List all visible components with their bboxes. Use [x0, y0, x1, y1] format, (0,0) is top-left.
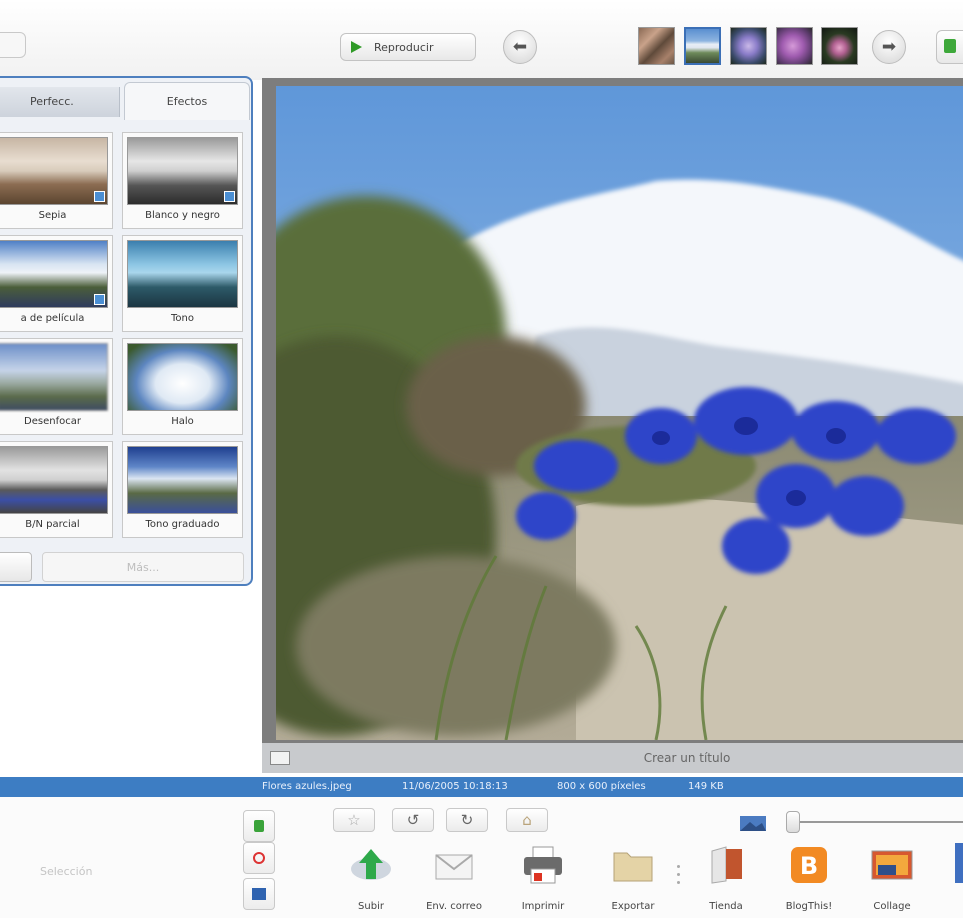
effect-label: a de película — [20, 313, 85, 324]
tab-perfecc-label: Perfecc. — [30, 95, 74, 108]
clear-icon — [253, 852, 265, 864]
more-effects-label: Más... — [126, 561, 160, 574]
top-toolbar: Reproducir ⬅ ➡ — [0, 0, 963, 80]
back-to-library-button[interactable] — [0, 32, 26, 58]
star-icon: ☆ — [347, 811, 361, 829]
rotate-right-button[interactable]: ↻ — [446, 808, 488, 832]
collage-icon — [870, 845, 914, 885]
print-button[interactable]: Imprimir — [503, 845, 583, 917]
rotate-right-icon: ↻ — [460, 811, 474, 829]
shop-label: Tienda — [709, 901, 743, 912]
blogthis-label: BlogThis! — [785, 901, 833, 912]
effect-label: Tono graduado — [145, 519, 220, 530]
next-photo-button[interactable]: ➡ — [872, 30, 906, 64]
main-photo — [276, 86, 963, 740]
status-bar: Flores azules.jpeg 11/06/2005 10:18:13 8… — [0, 777, 963, 797]
play-slideshow-button[interactable]: Reproducir — [340, 33, 476, 61]
rotate-left-icon: ↺ — [406, 811, 420, 829]
green-icon — [944, 39, 956, 53]
effect-label: Blanco y negro — [145, 210, 220, 221]
album-icon — [252, 888, 266, 900]
effect-halo[interactable]: Halo — [122, 338, 243, 435]
movie-button-edge[interactable] — [955, 843, 963, 883]
shop-button[interactable]: Tienda — [686, 845, 766, 917]
thumbnail-5[interactable] — [821, 27, 858, 65]
panel-left-button[interactable] — [0, 552, 32, 582]
effect-sepia[interactable]: Sepia — [0, 132, 113, 229]
rotate-left-button[interactable]: ↺ — [392, 808, 434, 832]
effect-badge-icon — [94, 191, 105, 202]
effect-label: Sepia — [38, 210, 67, 221]
email-label: Env. correo — [426, 901, 482, 912]
email-button[interactable]: Env. correo — [414, 845, 494, 917]
star-button[interactable]: ☆ — [333, 808, 375, 832]
pin-icon — [254, 820, 264, 832]
printer-icon — [521, 845, 565, 885]
effect-desenfocar[interactable]: Desenfocar — [0, 338, 113, 435]
photo-viewer: Crear un título — [262, 78, 963, 773]
upload-button[interactable]: Subir — [331, 845, 411, 917]
thumbnail-size-slider[interactable] — [786, 811, 800, 833]
effect-label: B/N parcial — [25, 519, 80, 530]
effect-badge-icon — [94, 294, 105, 305]
collage-button[interactable]: Collage — [852, 845, 932, 917]
effect-blanco-y-negro[interactable]: Blanco y negro — [122, 132, 243, 229]
previous-photo-button[interactable]: ⬅ — [503, 30, 537, 64]
thumbnail-1[interactable] — [638, 27, 675, 65]
album-menu-button[interactable] — [243, 878, 275, 910]
tab-efectos[interactable]: Efectos — [124, 82, 250, 120]
edit-mode-button[interactable] — [936, 30, 963, 64]
toolbar-separator — [677, 865, 681, 889]
play-label: Reproducir — [374, 40, 434, 54]
effect-label: Tono — [171, 313, 194, 324]
bottom-tray: Selección ☆ ↺ ↻ ⌂ Subir Env. correo Impr… — [0, 797, 963, 918]
thumbnail-4[interactable] — [776, 27, 813, 65]
thumbnail-2-selected[interactable] — [684, 27, 721, 65]
status-datetime: 11/06/2005 10:18:13 — [402, 781, 508, 792]
thumbnail-size-track — [792, 821, 963, 823]
thumbnail-3[interactable] — [730, 27, 767, 65]
more-effects-button[interactable]: Más... — [42, 552, 244, 582]
status-filename: Flores azules.jpeg — [262, 781, 352, 792]
effect-badge-icon — [224, 191, 235, 202]
effect-label: Halo — [171, 416, 194, 427]
export-button[interactable]: Exportar — [593, 845, 673, 917]
shop-icon — [704, 845, 748, 885]
thumbnail-size-icon — [738, 813, 772, 833]
caption-bar: Crear un título — [262, 743, 963, 773]
collage-label: Collage — [873, 901, 911, 912]
clear-button[interactable] — [243, 842, 275, 874]
effect-grano-de-pelicula[interactable]: a de película — [0, 235, 113, 332]
tab-efectos-label: Efectos — [166, 95, 208, 108]
arrow-right-icon: ➡ — [881, 36, 897, 57]
tag-button[interactable]: ⌂ — [506, 808, 548, 832]
tab-perfecc[interactable]: Perfecc. — [0, 87, 120, 117]
blogthis-button[interactable]: B BlogThis! — [769, 845, 849, 917]
effect-label: Desenfocar — [24, 416, 81, 427]
effect-tono-graduado[interactable]: Tono graduado — [122, 441, 243, 538]
effect-bn-parcial[interactable]: B/N parcial — [0, 441, 113, 538]
export-label: Exportar — [611, 901, 655, 912]
print-label: Imprimir — [521, 901, 565, 912]
arrow-left-icon: ⬅ — [512, 36, 528, 57]
selection-area: Selección — [0, 809, 230, 914]
blogger-icon: B — [787, 845, 831, 885]
svg-text:B: B — [800, 852, 818, 880]
effect-tono[interactable]: Tono — [122, 235, 243, 332]
folder-icon — [611, 845, 655, 885]
upload-icon — [349, 845, 393, 885]
status-dimensions: 800 x 600 píxeles — [557, 781, 646, 792]
tag-icon: ⌂ — [522, 811, 532, 829]
status-filesize: 149 KB — [688, 781, 724, 792]
effects-panel: Perfecc. Efectos Sepia Blanco y negro a … — [0, 76, 253, 586]
selection-label: Selección — [40, 865, 93, 878]
play-icon — [351, 41, 362, 53]
caption-input[interactable]: Crear un título — [262, 751, 963, 765]
envelope-icon — [432, 845, 476, 885]
hold-button[interactable] — [243, 810, 275, 842]
upload-label: Subir — [358, 901, 384, 912]
